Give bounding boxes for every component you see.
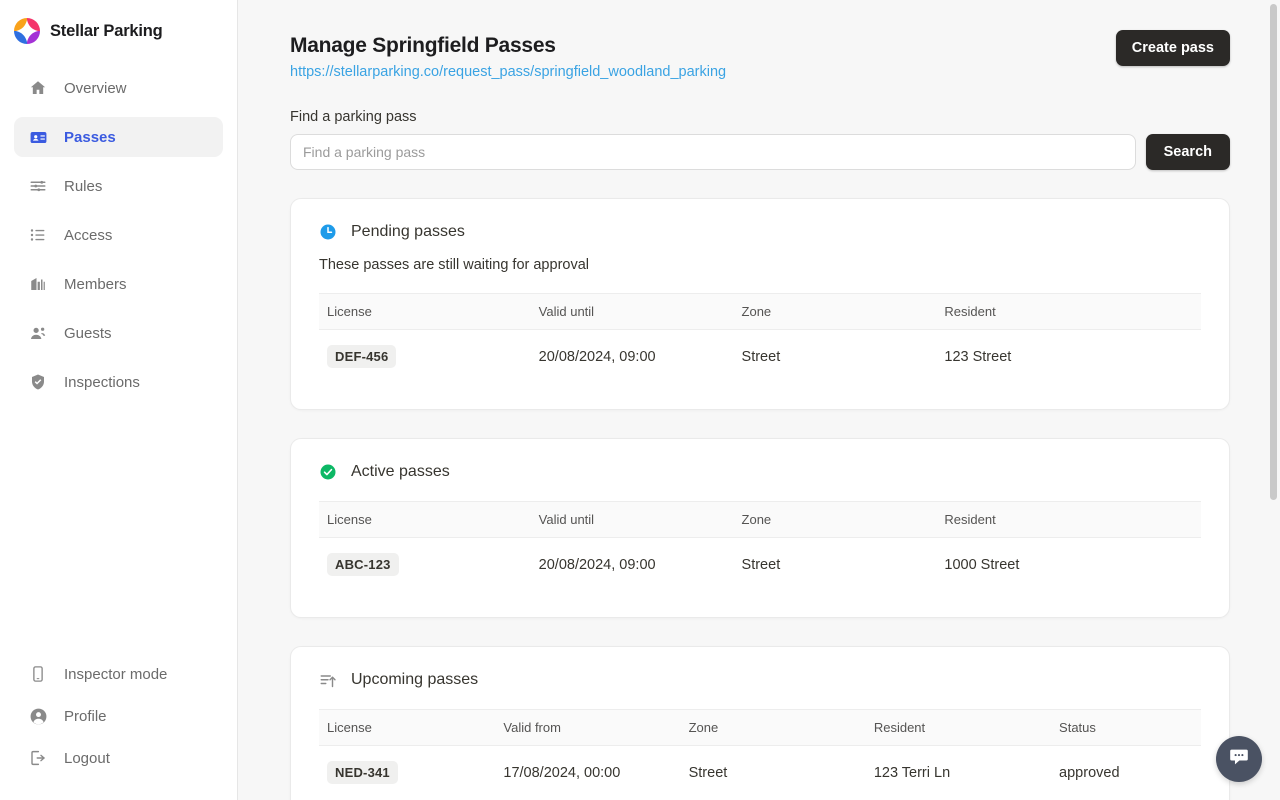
app-root: Stellar Parking Overview Passes Rules Ac… <box>0 0 1280 800</box>
cell-zone: Street <box>688 764 728 781</box>
upcoming-passes-table: License Valid from Zone Resident Status … <box>319 709 1201 799</box>
table-row[interactable]: ABC-123 20/08/2024, 09:00 Street 1000 St… <box>319 538 1201 592</box>
table-header-row: License Valid until Zone Resident <box>319 501 1201 538</box>
id-card-icon <box>28 127 48 147</box>
sidebar-item-rules[interactable]: Rules <box>14 166 223 206</box>
sidebar-item-label: Logout <box>64 749 110 767</box>
cell-valid-from: 17/08/2024, 00:00 <box>503 764 621 781</box>
sidebar-item-members[interactable]: Members <box>14 264 223 304</box>
sidebar-nav: Overview Passes Rules Access Members Gue… <box>0 68 237 411</box>
scrollbar-thumb[interactable] <box>1270 4 1277 500</box>
column-header-license[interactable]: License <box>319 293 531 330</box>
column-header-zone[interactable]: Zone <box>733 501 937 538</box>
cell-zone: Street <box>741 556 781 573</box>
sidebar-item-label: Inspections <box>64 373 140 391</box>
column-header-valid-until[interactable]: Valid until <box>530 501 734 538</box>
table-row[interactable]: NED-341 17/08/2024, 00:00 Street 123 Ter… <box>319 746 1201 800</box>
sidebar-item-logout[interactable]: Logout <box>14 738 223 778</box>
table-header-row: License Valid until Zone Resident <box>319 293 1201 330</box>
cell-resident: 123 Street <box>944 348 1012 365</box>
list-icon <box>28 225 48 245</box>
column-header-resident[interactable]: Resident <box>936 501 1201 538</box>
search-label: Find a parking pass <box>290 109 417 125</box>
table-row[interactable]: DEF-456 20/08/2024, 09:00 Street 123 Str… <box>319 330 1201 384</box>
upcoming-passes-card: Upcoming passes License Valid from Zone … <box>290 646 1230 800</box>
sidebar-item-label: Guests <box>64 324 112 342</box>
page-scrollbar[interactable] <box>1266 0 1280 800</box>
active-passes-card: Active passes License Valid until Zone R… <box>290 438 1230 618</box>
sidebar: Stellar Parking Overview Passes Rules Ac… <box>0 0 238 800</box>
pending-passes-table: License Valid until Zone Resident DEF-45… <box>319 293 1201 383</box>
brand-name: Stellar Parking <box>50 21 163 40</box>
phone-icon <box>28 664 48 684</box>
card-subtitle: These passes are still waiting for appro… <box>319 257 589 273</box>
column-header-status[interactable]: Status <box>1051 709 1201 746</box>
column-header-valid-from[interactable]: Valid from <box>495 709 681 746</box>
column-header-resident[interactable]: Resident <box>865 709 1052 746</box>
user-circle-icon <box>28 706 48 726</box>
column-header-valid-until[interactable]: Valid until <box>530 293 734 330</box>
logout-icon <box>28 748 48 768</box>
sidebar-item-label: Profile <box>64 707 107 725</box>
column-header-resident[interactable]: Resident <box>936 293 1201 330</box>
cell-resident: 123 Terri Ln <box>873 764 951 781</box>
column-header-zone[interactable]: Zone <box>680 709 866 746</box>
cell-license: DEF-456 <box>319 330 531 384</box>
cell-license: ABC-123 <box>319 538 531 592</box>
shield-check-icon <box>28 372 48 392</box>
license-badge: DEF-456 <box>327 345 397 368</box>
chat-bubble-button[interactable] <box>1216 736 1262 782</box>
brand[interactable]: Stellar Parking <box>0 14 237 48</box>
sidebar-item-label: Members <box>64 275 127 293</box>
search-button[interactable]: Search <box>1145 134 1230 170</box>
card-title: Pending passes <box>351 223 465 240</box>
sidebar-item-label: Passes <box>64 128 116 146</box>
pending-passes-card: Pending passes These passes are still wa… <box>290 198 1230 410</box>
cell-valid-until: 20/08/2024, 09:00 <box>538 348 656 365</box>
search-input[interactable] <box>290 134 1136 170</box>
sliders-icon <box>28 176 48 196</box>
table-header-row: License Valid from Zone Resident Status <box>319 709 1201 746</box>
cell-resident: 1000 Street <box>944 556 1020 573</box>
cell-valid-until: 20/08/2024, 09:00 <box>538 556 656 573</box>
page-header: Manage Springfield Passes https://stella… <box>290 30 1230 83</box>
sort-ascending-icon <box>319 671 337 689</box>
license-badge: NED-341 <box>327 761 398 784</box>
cell-status: approved <box>1059 764 1120 781</box>
home-icon <box>28 78 48 98</box>
cell-license: NED-341 <box>319 746 495 800</box>
sidebar-item-inspections[interactable]: Inspections <box>14 362 223 402</box>
column-header-license[interactable]: License <box>319 501 531 538</box>
create-pass-button[interactable]: Create pass <box>1115 30 1230 66</box>
column-header-license[interactable]: License <box>319 709 496 746</box>
clock-icon <box>319 223 337 241</box>
sidebar-item-guests[interactable]: Guests <box>14 313 223 353</box>
sidebar-item-label: Inspector mode <box>64 665 168 683</box>
main-content: Manage Springfield Passes https://stella… <box>238 0 1280 800</box>
license-badge: ABC-123 <box>327 553 399 576</box>
sidebar-item-passes[interactable]: Passes <box>14 117 223 157</box>
sidebar-item-access[interactable]: Access <box>14 215 223 255</box>
active-passes-table: License Valid until Zone Resident ABC-12… <box>319 501 1201 591</box>
sidebar-item-profile[interactable]: Profile <box>14 696 223 736</box>
sidebar-item-label: Access <box>64 226 113 244</box>
column-header-zone[interactable]: Zone <box>733 293 937 330</box>
chat-bubble-icon <box>1228 746 1250 773</box>
people-icon <box>28 323 48 343</box>
sidebar-item-inspector-mode[interactable]: Inspector mode <box>14 654 223 694</box>
card-title: Active passes <box>351 463 450 480</box>
cell-zone: Street <box>741 348 781 365</box>
building-icon <box>28 274 48 294</box>
search-block: Find a parking pass Search <box>290 109 1230 170</box>
page-title: Manage Springfield Passes <box>290 34 556 57</box>
check-circle-icon <box>319 463 337 481</box>
stellar-pinwheel-logo <box>14 18 40 44</box>
sidebar-item-label: Overview <box>64 79 127 97</box>
sidebar-item-label: Rules <box>64 177 103 195</box>
card-title: Upcoming passes <box>351 671 479 688</box>
request-pass-link[interactable]: https://stellarparking.co/request_pass/s… <box>290 64 726 80</box>
sidebar-item-overview[interactable]: Overview <box>14 68 223 108</box>
sidebar-bottom-nav: Inspector mode Profile Logout <box>0 654 237 800</box>
